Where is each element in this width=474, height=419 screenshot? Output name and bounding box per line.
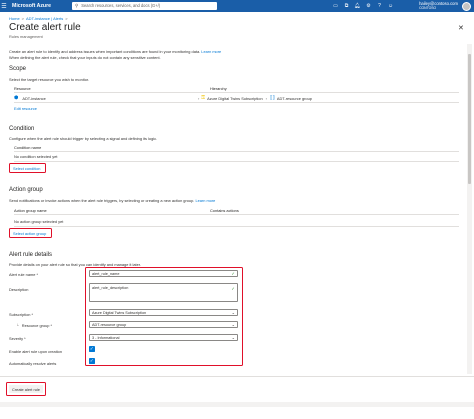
avatar[interactable] xyxy=(462,2,471,11)
menu-icon[interactable]: ☰ xyxy=(0,0,8,12)
condition-col-name: Condition name xyxy=(14,145,42,150)
resource-group-icon: ⟦⟧ xyxy=(269,95,275,101)
checkmark-icon: ✓ xyxy=(231,271,235,276)
top-navigation-bar: ☰ Microsoft Azure ⚲ Search resources, se… xyxy=(0,0,474,12)
chevron-down-icon: ⌄ xyxy=(231,310,235,315)
action-group-desc: Send notifications or invoke actions whe… xyxy=(9,198,215,203)
scrollbar-thumb[interactable] xyxy=(468,54,471,184)
breadcrumb: Home > ADT-instance | Alerts > xyxy=(9,16,68,21)
auto-resolve-label: Automatically resolve alerts xyxy=(9,361,57,366)
subscription-select[interactable]: Azure Digital Twins Subscription ⌄ xyxy=(89,309,238,316)
breadcrumb-alerts[interactable]: ADT-instance | Alerts xyxy=(26,16,63,21)
scope-col-resource: Resource xyxy=(14,86,31,91)
breadcrumb-separator: > xyxy=(65,16,68,21)
action-group-empty-text: No action group selected yet xyxy=(14,219,64,224)
search-icon: ⚲ xyxy=(75,2,79,8)
select-condition-link[interactable]: Select condition xyxy=(13,166,40,171)
scope-resource-name: ADT-instance xyxy=(22,95,46,101)
digital-twins-icon: ⬢ xyxy=(14,95,19,101)
action-group-col-actions: Contains actions xyxy=(210,208,239,213)
action-group-desc-text: Send notifications or invoke actions whe… xyxy=(9,198,195,203)
chevron-down-icon: ⌄ xyxy=(231,335,235,340)
select-action-group-link[interactable]: Select action group xyxy=(13,231,46,236)
description-textarea[interactable]: alert_rule_description ✓ xyxy=(89,283,238,302)
condition-header: Condition xyxy=(9,126,35,132)
enable-upon-creation-label: Enable alert rule upon creation xyxy=(9,349,62,354)
brand-title[interactable]: Microsoft Azure xyxy=(12,3,74,9)
help-icon[interactable]: ? xyxy=(374,3,385,9)
divider xyxy=(14,102,459,103)
topbar-icons: ▭ ⧉ 🔔︎ ⚙ ? ☺ xyxy=(330,0,396,12)
divider xyxy=(14,92,459,93)
horizontal-scrollbar[interactable] xyxy=(0,402,474,407)
details-header: Alert rule details xyxy=(9,252,53,258)
page-title: Create alert rule xyxy=(9,22,81,33)
directory-icon[interactable]: ⧉ xyxy=(341,3,352,9)
feedback-icon[interactable]: ☺ xyxy=(385,3,396,9)
action-group-header: Action group xyxy=(9,187,43,193)
scope-desc: Select the target resource you wish to m… xyxy=(9,77,90,82)
action-group-col-name: Action group name xyxy=(14,208,47,213)
alert-rule-name-input[interactable]: alert_rule_name ✓ xyxy=(89,270,238,277)
notifications-icon[interactable]: 🔔︎ xyxy=(352,3,363,9)
vertical-scrollbar[interactable] xyxy=(467,44,472,374)
scope-col-hierarchy: Hierarchy xyxy=(210,86,227,91)
scope-resource-row: ⬢ ADT-instance xyxy=(14,95,46,101)
settings-gear-icon[interactable]: ⚙ xyxy=(363,3,374,9)
intro-line1: Create an alert rule to identify and add… xyxy=(9,49,201,54)
search-placeholder: Search resources, services, and docs (G+… xyxy=(81,3,161,9)
intro-line2: When defining the alert rule, check that… xyxy=(9,55,161,60)
condition-desc: Configure when the alert rule should tri… xyxy=(9,136,158,141)
divider xyxy=(14,161,459,162)
description-label: Description xyxy=(9,287,29,292)
action-group-learn-more-link[interactable]: Learn more xyxy=(195,198,215,203)
severity-label: Severity * xyxy=(9,336,26,341)
scope-hierarchy-row: › ⚿ Azure Digital Twins Subscription › ⟦… xyxy=(198,95,312,101)
account-info[interactable]: hailey@contoso.com CONTOSO xyxy=(419,1,458,10)
intro-text: Create an alert rule to identify and add… xyxy=(9,49,221,54)
page-subtitle: Rules management xyxy=(9,34,43,39)
divider xyxy=(14,226,459,227)
edit-resource-link[interactable]: Edit resource xyxy=(14,106,37,111)
breadcrumb-separator: > xyxy=(21,16,25,21)
tree-connector-icon: └ xyxy=(16,323,19,328)
description-value: alert_rule_description xyxy=(92,286,129,290)
footer-bar xyxy=(0,376,474,419)
chevron-down-icon: ⌄ xyxy=(231,322,235,327)
severity-select[interactable]: 3 - Informational ⌄ xyxy=(89,334,238,341)
severity-value: 3 - Informational xyxy=(92,335,120,340)
scope-header: Scope xyxy=(9,66,27,72)
chevron-right-icon: › xyxy=(198,95,200,101)
create-alert-rule-button[interactable]: Create alert rule xyxy=(9,385,43,393)
account-tenant: CONTOSO xyxy=(419,6,437,11)
checkmark-icon: ✓ xyxy=(231,286,235,291)
intro-learn-more-link[interactable]: Learn more xyxy=(201,49,221,54)
key-icon: ⚿ xyxy=(201,95,206,101)
resource-group-label: Resource group * xyxy=(21,323,53,328)
divider xyxy=(14,151,459,152)
divider xyxy=(14,214,459,215)
enable-upon-creation-checkbox[interactable]: ✓ xyxy=(89,346,95,352)
breadcrumb-home[interactable]: Home xyxy=(9,16,20,21)
resource-group-select[interactable]: ADT-resource group ⌄ xyxy=(89,321,238,328)
cloud-shell-icon[interactable]: ▭ xyxy=(330,3,341,9)
scope-resource-group: ADT-resource group xyxy=(276,95,312,101)
chevron-right-icon: › xyxy=(265,95,267,101)
alert-rule-name-label: Alert rule name * xyxy=(9,272,38,277)
auto-resolve-checkbox[interactable]: ✓ xyxy=(89,358,95,364)
close-icon[interactable]: ✕ xyxy=(458,24,464,32)
resource-group-label-row: └ Resource group * xyxy=(16,323,52,328)
alert-rule-name-value: alert_rule_name xyxy=(92,271,120,276)
global-search-input[interactable]: ⚲ Search resources, services, and docs (… xyxy=(72,2,217,10)
condition-empty-text: No condition selected yet xyxy=(14,154,58,159)
resource-group-value: ADT-resource group xyxy=(92,322,127,327)
details-form-highlight xyxy=(85,267,243,366)
subscription-value: Azure Digital Twins Subscription xyxy=(92,310,147,315)
subscription-label: Subscription * xyxy=(9,312,34,317)
scope-subscription: Azure Digital Twins Subscription xyxy=(207,95,263,101)
